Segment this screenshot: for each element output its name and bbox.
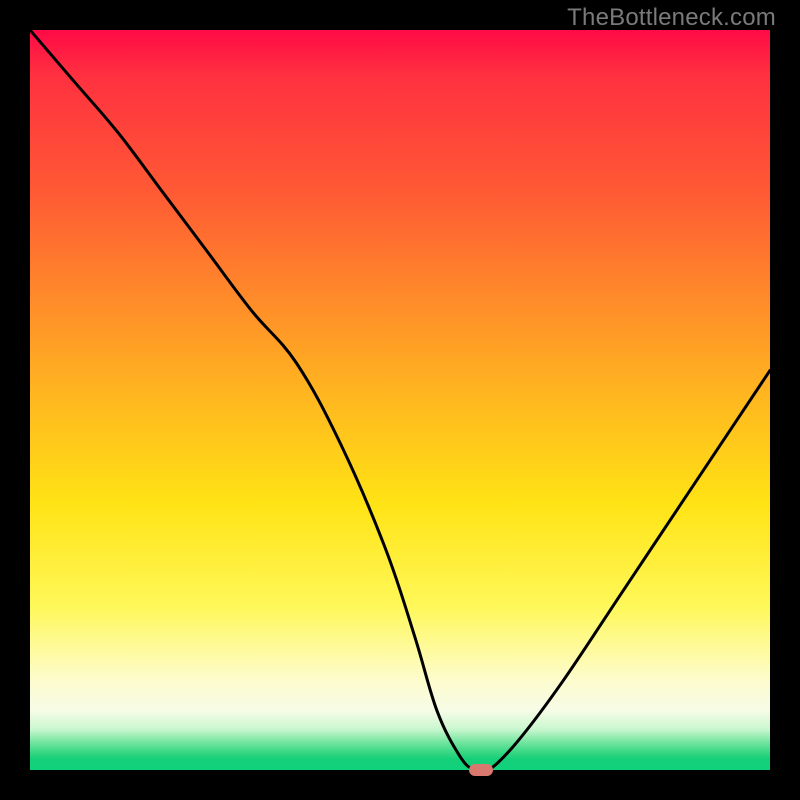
plot-area [30,30,770,770]
chart-frame: TheBottleneck.com [0,0,800,800]
watermark-text: TheBottleneck.com [567,4,776,32]
bottleneck-marker [469,764,493,776]
bottleneck-curve [30,30,770,770]
